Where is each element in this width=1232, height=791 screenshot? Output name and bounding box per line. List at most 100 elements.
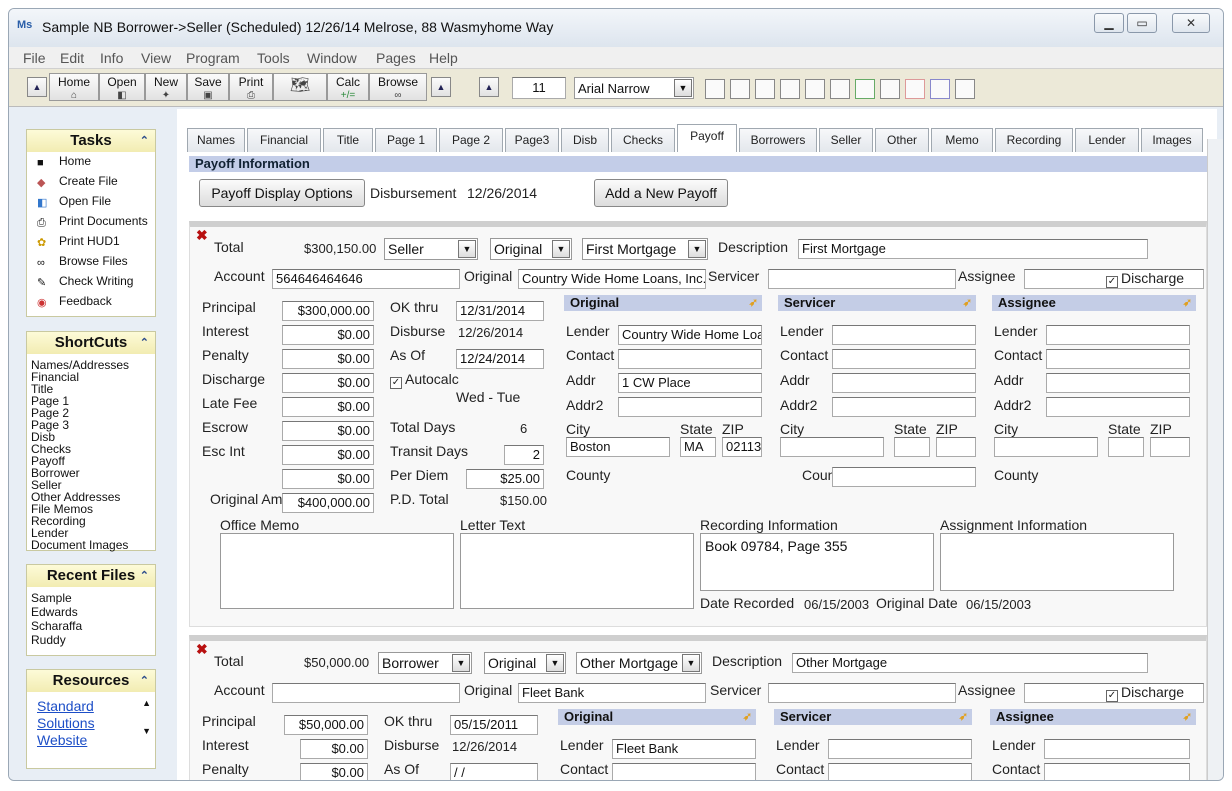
original-lender-field[interactable]: Fleet Bank	[518, 683, 706, 703]
description-field[interactable]: First Mortgage	[798, 239, 1148, 259]
lookup-icon[interactable]: ➶	[963, 295, 972, 311]
minimize-button[interactable]: ▁	[1094, 13, 1124, 33]
discharge-checkbox[interactable]: ✓ Discharge	[1106, 270, 1184, 288]
border-style-4-button[interactable]	[780, 79, 800, 99]
original-amt-field[interactable]: $400,000.00	[282, 493, 374, 513]
account-field[interactable]: 564646464646	[272, 269, 460, 289]
task-open-file[interactable]: ◧ Open File	[27, 192, 155, 212]
border-style-11-button[interactable]	[955, 79, 975, 99]
assignee-lender-field[interactable]	[1046, 325, 1190, 345]
menu-pages[interactable]: Pages	[376, 50, 416, 66]
lookup-icon[interactable]: ➶	[1183, 709, 1192, 725]
task-print-hud1[interactable]: ✿ Print HUD1	[27, 232, 155, 252]
servicer-addr2-field[interactable]	[832, 397, 976, 417]
original-lender-field[interactable]: Country Wide Home Loans, Inc.-P	[518, 269, 706, 289]
servicer-field[interactable]	[768, 269, 956, 289]
discharge-fee-field[interactable]: $0.00	[282, 373, 374, 393]
letter-text-field[interactable]	[460, 533, 694, 609]
principal-field[interactable]: $50,000.00	[284, 715, 368, 735]
assignment-info-field[interactable]	[940, 533, 1174, 591]
task-browse-files[interactable]: ∞ Browse Files	[27, 252, 155, 272]
delete-icon[interactable]: ✖	[196, 227, 208, 244]
calc-button[interactable]: Calc +/=	[327, 73, 369, 101]
new-button[interactable]: New ✦	[145, 73, 187, 101]
account-field[interactable]	[272, 683, 460, 703]
border-style-8-button[interactable]	[880, 79, 900, 99]
lookup-icon[interactable]: ➶	[743, 709, 752, 725]
menu-file[interactable]: File	[23, 50, 46, 66]
assignee-contact-field[interactable]	[1046, 349, 1190, 369]
esc-int-field[interactable]: $0.00	[282, 445, 374, 465]
task-home[interactable]: ■ Home	[27, 152, 155, 172]
tab-names[interactable]: Names	[187, 128, 245, 152]
tab-payoff[interactable]: Payoff	[677, 124, 737, 152]
penalty-field[interactable]: $0.00	[282, 349, 374, 369]
tab-page-2[interactable]: Page 2	[439, 128, 503, 152]
servicer-contact-field[interactable]	[828, 763, 972, 780]
servicer-county-field[interactable]	[832, 467, 976, 487]
resources-header[interactable]: Resources ⌃	[27, 670, 155, 692]
menu-view[interactable]: View	[141, 50, 171, 66]
servicer-lender-field[interactable]	[832, 325, 976, 345]
toolbar-expand-button[interactable]: ▲	[431, 77, 451, 97]
original-zip-field[interactable]: 02113	[722, 437, 762, 457]
menu-edit[interactable]: Edit	[60, 50, 84, 66]
recent-file-item[interactable]: Edwards	[27, 605, 155, 619]
per-diem-field[interactable]: $25.00	[466, 469, 544, 489]
original-lender-name-field[interactable]: Fleet Bank	[612, 739, 756, 759]
servicer-addr-field[interactable]	[832, 373, 976, 393]
recent-file-item[interactable]: Ruddy	[27, 633, 155, 647]
payoff-type-select[interactable]: Original ▼	[490, 238, 572, 260]
border-style-2-button[interactable]	[730, 79, 750, 99]
recent-files-header[interactable]: Recent Files ⌃	[27, 565, 155, 587]
servicer-contact-field[interactable]	[832, 349, 976, 369]
assignee-addr-field[interactable]	[1046, 373, 1190, 393]
border-style-3-button[interactable]	[755, 79, 775, 99]
menu-program[interactable]: Program	[186, 50, 240, 66]
original-contact-field[interactable]	[612, 763, 756, 780]
shortcuts-header[interactable]: ShortCuts ⌃	[27, 332, 155, 354]
tab-disb[interactable]: Disb	[561, 128, 609, 152]
ok-thru-field[interactable]: 12/31/2014	[456, 301, 544, 321]
assignee-zip-field[interactable]	[1150, 437, 1190, 457]
assignee-contact-field[interactable]	[1044, 763, 1190, 780]
original-addr-field[interactable]: 1 CW Place	[618, 373, 762, 393]
tab-borrowers[interactable]: Borrowers	[739, 128, 817, 152]
assignee-state-field[interactable]	[1108, 437, 1144, 457]
servicer-field[interactable]	[768, 683, 956, 703]
close-button[interactable]: ✕	[1172, 13, 1210, 33]
tab-financial[interactable]: Financial	[247, 128, 321, 152]
menu-help[interactable]: Help	[429, 50, 458, 66]
mortgage-select[interactable]: First Mortgage ▼	[582, 238, 708, 260]
interest-field[interactable]: $0.00	[282, 325, 374, 345]
payer-select[interactable]: Borrower ▼	[378, 652, 472, 674]
lookup-icon[interactable]: ➶	[1183, 295, 1192, 311]
tab-recording[interactable]: Recording	[995, 128, 1073, 152]
font-name-select[interactable]: Arial Narrow ▼	[574, 77, 694, 99]
map-button[interactable]: 🗺	[273, 73, 327, 101]
servicer-zip-field[interactable]	[936, 437, 976, 457]
save-button[interactable]: Save ▣	[187, 73, 229, 101]
description-field[interactable]: Other Mortgage	[792, 653, 1148, 673]
penalty-field[interactable]: $0.00	[300, 763, 368, 780]
tasks-header[interactable]: Tasks ⌃	[27, 130, 155, 152]
open-button[interactable]: Open ◧	[99, 73, 145, 101]
servicer-lender-field[interactable]	[828, 739, 972, 759]
ok-thru-field[interactable]: 05/15/2011	[450, 715, 538, 735]
mortgage-select[interactable]: Other Mortgage ▼	[576, 652, 702, 674]
autocalc-checkbox[interactable]: ✓ Autocalc	[390, 371, 459, 389]
task-feedback[interactable]: ◉ Feedback	[27, 292, 155, 312]
payer-select[interactable]: Seller ▼	[384, 238, 478, 260]
browse-button[interactable]: Browse ∞	[369, 73, 427, 101]
other-fee-field[interactable]: $0.00	[282, 469, 374, 489]
tab-memo[interactable]: Memo	[931, 128, 993, 152]
as-of-field[interactable]: 12/24/2014	[456, 349, 544, 369]
transit-days-field[interactable]: 2	[504, 445, 544, 465]
original-state-field[interactable]: MA	[680, 437, 716, 457]
lookup-icon[interactable]: ➶	[749, 295, 758, 311]
as-of-field[interactable]: / /	[450, 763, 538, 780]
home-button[interactable]: Home ⌂	[49, 73, 99, 101]
lookup-icon[interactable]: ➶	[959, 709, 968, 725]
vertical-scrollbar[interactable]	[1207, 139, 1223, 780]
principal-field[interactable]: $300,000.00	[282, 301, 374, 321]
